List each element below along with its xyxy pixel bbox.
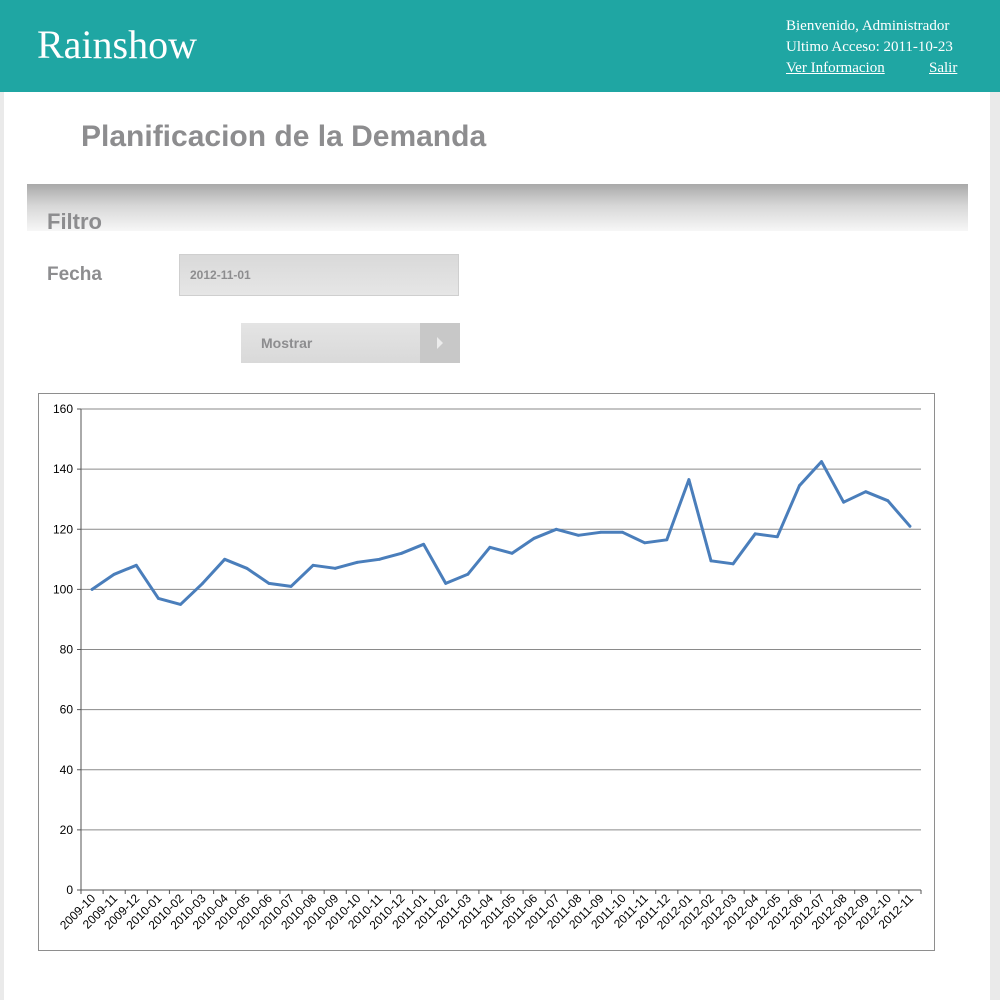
data-point bbox=[532, 536, 536, 540]
data-point bbox=[798, 484, 801, 488]
data-point bbox=[908, 524, 912, 528]
show-button[interactable]: Mostrar bbox=[241, 323, 460, 363]
data-point bbox=[179, 603, 182, 606]
show-button-label: Mostrar bbox=[261, 335, 313, 351]
data-point bbox=[201, 581, 204, 585]
data-point bbox=[576, 533, 580, 537]
data-point bbox=[842, 500, 846, 504]
date-label: Fecha bbox=[47, 264, 102, 285]
y-tick-label: 140 bbox=[53, 462, 73, 476]
y-tick-label: 100 bbox=[53, 582, 73, 596]
data-point bbox=[267, 581, 271, 585]
data-point bbox=[378, 557, 381, 561]
welcome-text: Bienvenido, Administrador bbox=[786, 18, 950, 34]
data-point bbox=[289, 584, 293, 588]
data-point bbox=[223, 557, 227, 561]
data-point bbox=[466, 572, 470, 576]
data-point bbox=[311, 563, 315, 567]
data-point bbox=[112, 572, 116, 576]
data-point bbox=[709, 559, 713, 563]
date-input[interactable] bbox=[179, 254, 459, 296]
data-point bbox=[886, 499, 890, 503]
y-tick-label: 20 bbox=[60, 823, 74, 837]
data-point bbox=[753, 532, 757, 536]
brand-logo: Rainshow bbox=[37, 22, 197, 67]
series-line bbox=[90, 460, 912, 606]
data-point bbox=[621, 530, 624, 534]
last-access-text: Ultimo Acceso: 2011-10-23 bbox=[786, 39, 953, 55]
user-panel: Bienvenido, Administrador Ultimo Acceso:… bbox=[786, 16, 986, 79]
data-point bbox=[687, 478, 691, 482]
data-point bbox=[245, 566, 249, 570]
arrow-right-icon bbox=[420, 323, 460, 363]
data-point bbox=[643, 541, 647, 545]
filter-title: Filtro bbox=[47, 209, 102, 234]
page-title: Planificacion de la Demanda bbox=[81, 120, 487, 153]
data-point bbox=[355, 560, 359, 564]
data-point bbox=[400, 551, 403, 555]
data-point bbox=[554, 527, 558, 531]
data-point bbox=[90, 587, 94, 591]
data-point bbox=[775, 535, 779, 539]
data-point bbox=[333, 566, 337, 570]
data-point bbox=[422, 542, 426, 546]
data-point bbox=[156, 596, 160, 600]
data-point bbox=[599, 530, 602, 534]
filter-header: Filtro bbox=[27, 184, 968, 234]
logout-link[interactable]: Salir bbox=[929, 58, 957, 79]
app-header: Rainshow Bienvenido, Administrador Ultim… bbox=[0, 0, 1000, 92]
data-point bbox=[864, 490, 868, 494]
demand-chart: 0 20 40 60 80 100 120 140 160 2009-10 2009-11 2009-… bbox=[38, 393, 935, 951]
chart-svg: 0204060801001201401602009-102009-112009-… bbox=[53, 402, 922, 932]
y-tick-label: 40 bbox=[60, 763, 74, 777]
view-info-link[interactable]: Ver Informacion bbox=[786, 60, 885, 76]
data-point bbox=[134, 563, 138, 567]
data-point bbox=[510, 551, 514, 555]
y-tick-label: 60 bbox=[60, 703, 74, 717]
right-border bbox=[990, 92, 1000, 1000]
y-tick-label: 0 bbox=[66, 883, 73, 897]
y-tick-label: 120 bbox=[53, 522, 73, 536]
y-tick-label: 160 bbox=[53, 402, 73, 416]
data-point bbox=[444, 581, 448, 585]
y-tick-label: 80 bbox=[60, 643, 74, 657]
data-point bbox=[731, 562, 735, 566]
data-point bbox=[665, 538, 669, 542]
data-point bbox=[488, 545, 492, 549]
data-point bbox=[820, 460, 823, 464]
